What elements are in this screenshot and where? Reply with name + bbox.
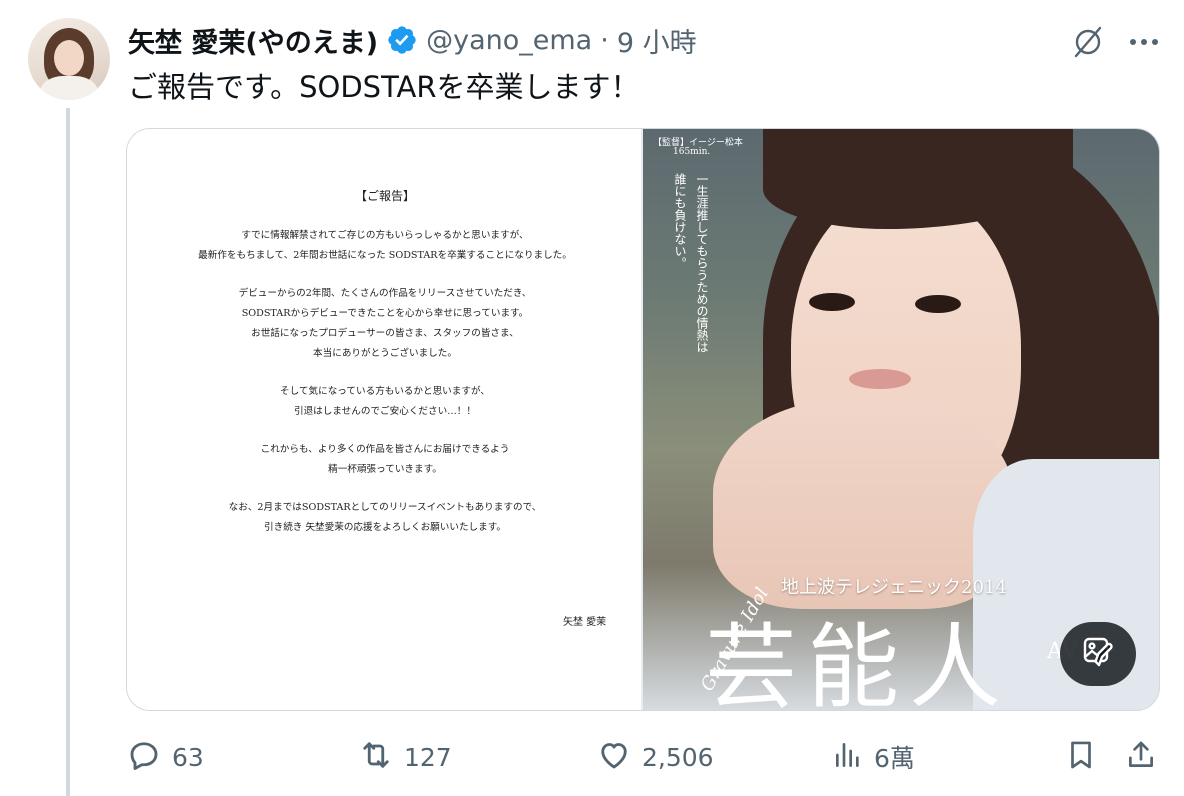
user-handle[interactable]: @yano_ema <box>426 25 592 56</box>
letter-line: 本当にありがとうございました。 <box>313 348 457 359</box>
reply-count: 63 <box>172 742 204 772</box>
letter-line: そして気になっている方もいるかと思いますが、 <box>280 386 490 397</box>
letter-title: 【ご報告】 <box>354 189 415 203</box>
cover-runtime: 165min. <box>673 147 711 157</box>
thread-line <box>66 108 70 796</box>
verified-badge-icon[interactable] <box>386 24 418 56</box>
letter-line: お世話になったプロデューサーの皆さま、スタッフの皆さま、 <box>251 328 519 339</box>
letter-paragraph: これからも、より多くの作品を皆さんにお届けできるよう 精一杯頑張っていきます。 <box>127 440 643 480</box>
tweet-header: 矢埜 愛茉(やのえま) @yano_ema · 9 小時 <box>128 20 697 60</box>
letter-line: 引き続き 矢埜愛茉の応援をよろしくお願いいたします。 <box>264 522 506 533</box>
like-count: 2,506 <box>642 742 714 772</box>
letter-line: これからも、より多くの作品を皆さんにお届けできるよう <box>260 444 510 455</box>
letter-line: 引退はしませんのでご安心ください…！！ <box>294 406 476 417</box>
photo-lips <box>849 369 911 389</box>
letter-line: すでに情報解禁されてご存じの方もいらっしゃるかと思いますが、 <box>241 230 529 241</box>
reply-icon <box>126 737 162 778</box>
avatar-face <box>54 40 84 76</box>
share-button[interactable] <box>1124 734 1158 780</box>
retweet-icon <box>358 737 394 778</box>
avatar-body <box>40 76 98 100</box>
retweet-button[interactable]: 127 <box>358 734 452 780</box>
letter-paragraph: すでに情報解禁されてご存じの方もいらっしゃるかと思いますが、 最新作をもちまして… <box>127 226 643 266</box>
letter-paragraph: なお、2月まではSODSTARとしてのリリースイベントもありますので、 引き続き… <box>127 498 643 538</box>
cover-title: 芸能人 <box>705 614 1012 710</box>
views-button[interactable]: 6萬 <box>832 734 915 780</box>
tweet-timestamp[interactable]: 9 小時 <box>617 21 697 60</box>
letter-line: 最新作をもちまして、2年間お世話になった SODSTARを卒業することになりまし… <box>198 250 572 261</box>
action-bar: 63 127 2,506 6萬 <box>126 734 1166 780</box>
avatar[interactable] <box>28 18 110 100</box>
letter-paragraph: そして気になっている方もいるかと思いますが、 引退はしませんのでご安心ください…… <box>127 382 643 422</box>
letter-line: デビューからの2年間、たくさんの作品をリリースさせていただき、 <box>238 288 532 299</box>
edit-image-button[interactable] <box>1060 622 1136 686</box>
share-icon <box>1124 737 1158 778</box>
reply-button[interactable]: 63 <box>126 734 204 780</box>
photo-eye-left <box>809 293 855 311</box>
letter-signature: 矢埜 愛茉 <box>563 617 607 628</box>
letter-line: 精一杯頑張っていきます。 <box>328 464 442 475</box>
letter-line: なお、2月まではSODSTARとしてのリリースイベントもありますので、 <box>228 502 542 513</box>
media-card[interactable]: 【ご報告】 すでに情報解禁されてご存じの方もいらっしゃるかと思いますが、 最新作… <box>126 128 1160 711</box>
like-button[interactable]: 2,506 <box>596 734 714 780</box>
retweet-count: 127 <box>404 742 452 772</box>
display-name[interactable]: 矢埜 愛茉(やのえま) <box>128 21 378 60</box>
tweet-text: ご報告です。SODSTARを卒業します！ <box>128 70 640 104</box>
bookmark-icon <box>1064 737 1098 778</box>
bookmark-button[interactable] <box>1064 734 1098 780</box>
more-icon[interactable] <box>1124 22 1164 62</box>
letter-paragraph: デビューからの2年間、たくさんの作品をリリースさせていただき、 SODSTARか… <box>127 284 643 364</box>
announcement-image[interactable]: 【ご報告】 すでに情報解禁されてご存じの方もいらっしゃるかと思いますが、 最新作… <box>127 129 643 710</box>
views-count: 6萬 <box>874 744 915 773</box>
cover-tagline: 一生涯推してもらうための情熱は誰にも負けない。 <box>673 173 709 353</box>
announcement-letter: 【ご報告】 すでに情報解禁されてご存じの方もいらっしゃるかと思いますが、 最新作… <box>127 187 643 628</box>
grok-icon[interactable] <box>1068 22 1108 62</box>
views-icon <box>832 739 864 776</box>
letter-line: SODSTARからデビューできたことを心から幸せに思っています。 <box>241 308 529 319</box>
separator-dot: · <box>600 24 609 56</box>
photo-eye-right <box>915 295 961 313</box>
edit-image-icon <box>1081 635 1115 674</box>
like-icon <box>596 737 632 778</box>
